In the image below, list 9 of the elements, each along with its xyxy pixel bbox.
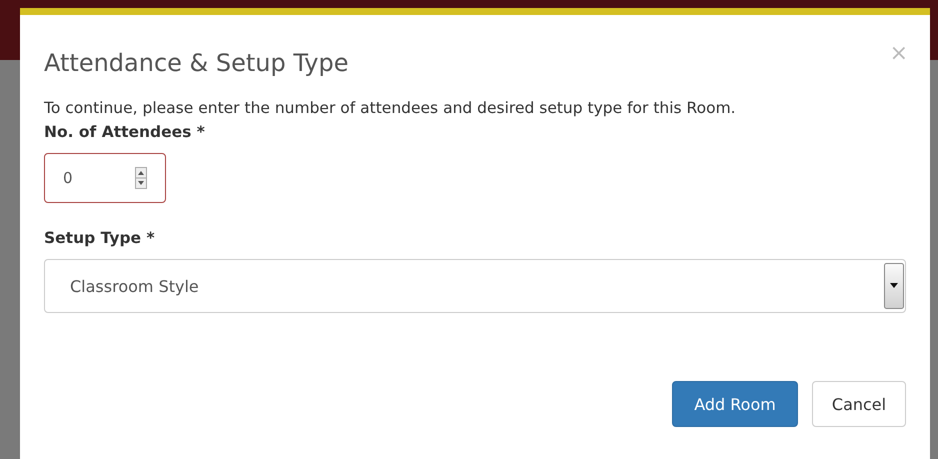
add-room-button[interactable]: Add Room: [672, 381, 798, 427]
number-input[interactable]: 0: [44, 153, 166, 203]
setup-type-select[interactable]: Classroom Style: [44, 259, 906, 313]
spinner-icon[interactable]: [135, 167, 147, 189]
dialog-title: Attendance & Setup Type: [44, 49, 348, 77]
instruction-text: To continue, please enter the number of attendees and desired setup type for this Room.: [44, 99, 737, 117]
field-label: Setup Type *: [44, 229, 156, 247]
field-label: No. of Attendees *: [44, 123, 206, 141]
cancel-button[interactable]: Cancel: [812, 381, 906, 427]
